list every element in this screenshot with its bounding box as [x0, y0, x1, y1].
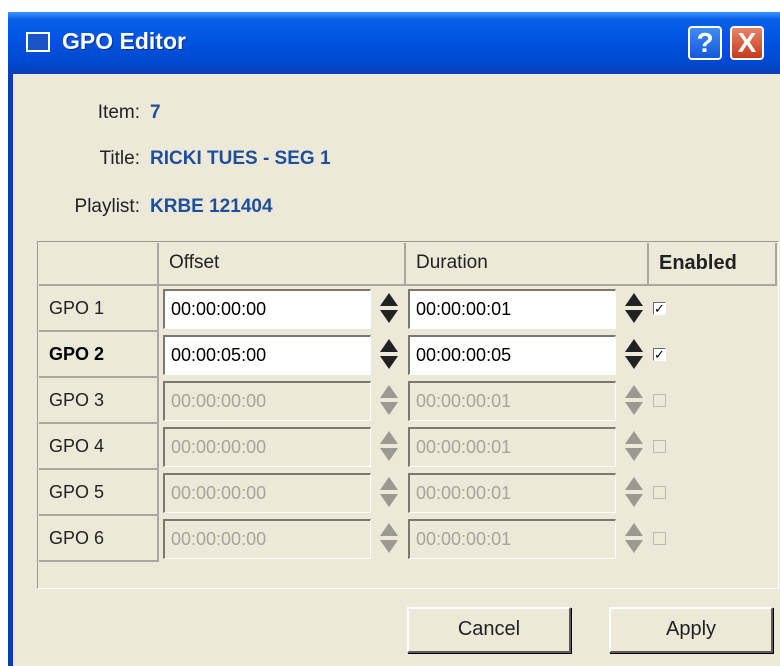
spin-up-icon	[380, 385, 398, 398]
offset-spinner[interactable]	[378, 335, 400, 375]
window-title: GPO Editor	[62, 28, 186, 54]
spin-down-icon	[380, 356, 398, 369]
spin-down-icon	[380, 402, 398, 415]
title-label: Title:	[99, 148, 140, 169]
spin-up-icon	[380, 339, 398, 352]
spin-up-icon	[625, 431, 643, 444]
gpo-row-label: GPO 1	[39, 286, 159, 332]
gpo-row-label: GPO 5	[39, 470, 159, 516]
spin-up-icon	[625, 523, 643, 536]
offset-spinner	[378, 427, 400, 467]
spin-up-icon	[380, 523, 398, 536]
spin-down-icon	[380, 310, 398, 323]
offset-field: 00:00:00:00	[163, 519, 371, 559]
gpo-editor-dialog: GPO Editor ? X Item: 7 Title: RICKI TUES…	[8, 12, 780, 666]
enabled-checkbox	[653, 532, 666, 545]
spin-up-icon	[625, 385, 643, 398]
cancel-button[interactable]: Cancel	[407, 607, 571, 653]
spin-down-icon	[625, 356, 643, 369]
duration-field: 00:00:00:01	[408, 381, 616, 421]
spin-down-icon	[625, 448, 643, 461]
window-icon	[26, 32, 50, 52]
title-bar[interactable]: GPO Editor ? X	[8, 12, 780, 74]
enabled-checkbox	[653, 486, 666, 499]
offset-spinner	[378, 381, 400, 421]
duration-spinner	[623, 427, 645, 467]
apply-button[interactable]: Apply	[609, 607, 773, 653]
header-duration: Duration	[406, 243, 649, 286]
spin-up-icon	[380, 293, 398, 306]
gpo-row-label: GPO 6	[39, 516, 159, 562]
item-label: Item:	[97, 102, 140, 123]
header-offset: Offset	[159, 243, 406, 286]
duration-spinner	[623, 473, 645, 513]
playlist-label: Playlist:	[74, 196, 140, 217]
offset-field[interactable]: 00:00:00:00	[163, 289, 371, 329]
offset-spinner	[378, 473, 400, 513]
gpo-row-label: GPO 4	[39, 424, 159, 470]
duration-field: 00:00:00:01	[408, 427, 616, 467]
title-value: RICKI TUES - SEG 1	[150, 148, 331, 169]
enabled-checkbox	[653, 394, 666, 407]
item-row: Item:	[8, 102, 140, 130]
duration-spinner[interactable]	[623, 289, 645, 329]
offset-field: 00:00:00:00	[163, 381, 371, 421]
offset-field[interactable]: 00:00:05:00	[163, 335, 371, 375]
help-button[interactable]: ?	[688, 26, 722, 60]
spin-up-icon	[380, 431, 398, 444]
enabled-checkbox[interactable]: ✓	[653, 348, 666, 361]
duration-field[interactable]: 00:00:00:05	[408, 335, 616, 375]
spin-down-icon	[380, 448, 398, 461]
gpo-grid: Offset Duration Enabled GPO 1 00:00:00:00…	[37, 241, 779, 589]
playlist-row: Playlist:	[8, 196, 140, 224]
spin-up-icon	[625, 477, 643, 490]
playlist-value: KRBE 121404	[150, 196, 273, 217]
gpo-row-label: GPO 3	[39, 378, 159, 424]
offset-field: 00:00:00:00	[163, 427, 371, 467]
close-button[interactable]: X	[730, 26, 764, 60]
header-corner	[39, 243, 159, 286]
spin-up-icon	[625, 339, 643, 352]
title-row: Title:	[8, 148, 140, 176]
duration-field[interactable]: 00:00:00:01	[408, 289, 616, 329]
spin-up-icon	[625, 293, 643, 306]
spin-down-icon	[625, 402, 643, 415]
duration-spinner	[623, 519, 645, 559]
duration-spinner	[623, 381, 645, 421]
offset-field: 00:00:00:00	[163, 473, 371, 513]
header-enabled: Enabled	[649, 243, 777, 286]
enabled-checkbox[interactable]: ✓	[653, 302, 666, 315]
duration-spinner[interactable]	[623, 335, 645, 375]
item-value: 7	[150, 102, 161, 123]
spin-down-icon	[380, 494, 398, 507]
spin-down-icon	[625, 310, 643, 323]
duration-field: 00:00:00:01	[408, 473, 616, 513]
spin-down-icon	[625, 494, 643, 507]
spin-down-icon	[380, 540, 398, 553]
gpo-row-label: GPO 2	[39, 332, 159, 378]
duration-field: 00:00:00:01	[408, 519, 616, 559]
offset-spinner[interactable]	[378, 289, 400, 329]
spin-down-icon	[625, 540, 643, 553]
spin-up-icon	[380, 477, 398, 490]
offset-spinner	[378, 519, 400, 559]
enabled-checkbox	[653, 440, 666, 453]
